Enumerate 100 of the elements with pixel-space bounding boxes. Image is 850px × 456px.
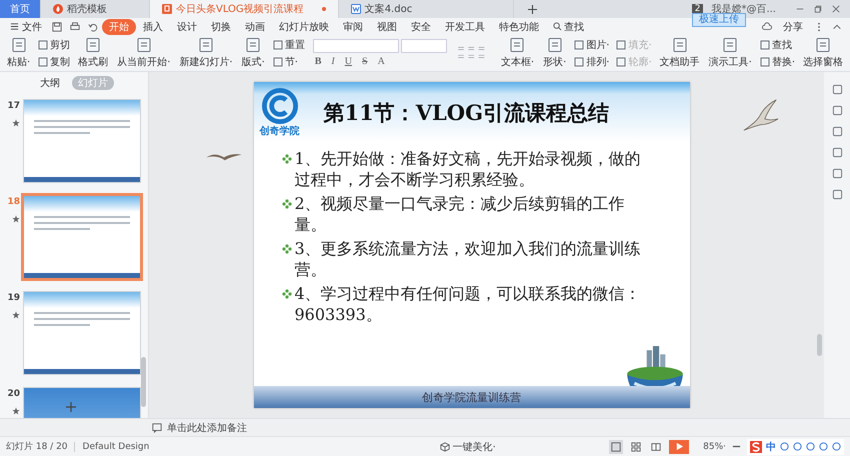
star-icon (12, 407, 20, 415)
ribbon-tab[interactable]: 特色功能 (492, 18, 546, 34)
ribbon-button[interactable]: 重置 (270, 38, 307, 52)
zoom-level[interactable]: 85%· (703, 442, 726, 452)
bullet-text: 4、学习过程中有任何问题，可以联系我的微信：9603393。 (294, 283, 642, 325)
file-menu[interactable]: 文件 (4, 20, 48, 34)
panel-tab[interactable]: 大纲 (34, 76, 66, 90)
ribbon-button[interactable]: 排列· (572, 54, 612, 68)
unsaved-dot-icon (322, 7, 326, 11)
tool-icon (760, 40, 770, 50)
ribbon-button[interactable]: 新建幻灯片· (176, 37, 236, 69)
play-icon (674, 442, 684, 451)
presentation-icon (162, 4, 172, 14)
format-button[interactable]: A (376, 56, 387, 67)
ribbon-button[interactable]: 粘贴· (4, 37, 34, 69)
scrollbar-thumb[interactable] (817, 334, 822, 356)
share-button[interactable]: 分享 (776, 18, 810, 34)
add-slide-icon[interactable] (66, 402, 76, 412)
ribbon-tab[interactable]: 幻灯片放映 (272, 18, 336, 34)
ribbon-button[interactable]: 剪切 (36, 38, 72, 52)
ribbon-button[interactable]: 图片· (572, 38, 612, 52)
format-button[interactable]: B (312, 56, 324, 67)
ribbon-button[interactable]: 查找 (758, 38, 797, 52)
ribbon-button[interactable]: 选择窗格 (800, 37, 846, 69)
diamond-bullet-icon (282, 244, 292, 254)
ribbon-button[interactable]: 形状· (540, 37, 570, 69)
side-tool-icon[interactable] (832, 189, 842, 200)
tool-icon (616, 56, 626, 66)
save-icon[interactable] (52, 22, 62, 32)
s-logo-icon (750, 440, 762, 452)
slide-title: 第11节：VLOG引流课程总结 (324, 99, 610, 127)
close-icon[interactable] (832, 5, 840, 13)
normal-view-icon (611, 442, 622, 452)
bullet-text: 1、先开始做：准备好文稿，先开始录视频，做的过程中，才会不断学习积累经验。 (294, 148, 642, 190)
font-name-field[interactable] (312, 39, 399, 53)
beautify-button[interactable]: 一键美化· (434, 438, 502, 454)
slide-thumbnail[interactable] (23, 195, 141, 279)
diamond-bullet-icon (282, 154, 292, 164)
ribbon-button[interactable]: 复制 (36, 54, 72, 68)
slide-thumbnail[interactable] (23, 99, 141, 183)
bullet-text: 3、更多系统流量方法，欢迎加入我们的流量训练营。 (294, 238, 642, 280)
side-tool-icon[interactable] (832, 84, 842, 95)
ribbon-tab[interactable]: 安全 (404, 18, 438, 34)
play-slideshow-button[interactable] (669, 440, 690, 454)
notes-placeholder[interactable]: 单击此处添加备注 (167, 420, 247, 434)
view-mode-button[interactable] (609, 440, 624, 454)
ribbon-tab[interactable]: 设计 (170, 18, 204, 34)
bullet-text: 2、视频尽量一口气录完：减少后续剪辑的工作量。 (294, 193, 626, 235)
ribbon-tab[interactable]: 插入 (136, 18, 170, 34)
printer-icon[interactable] (70, 22, 80, 32)
ribbon-button[interactable]: 版式· (238, 37, 268, 69)
view-mode-button[interactable] (629, 440, 644, 454)
tool-icon (574, 56, 584, 66)
ribbon-button[interactable]: 文本框· (498, 37, 538, 69)
side-tool-icon[interactable] (832, 126, 842, 137)
ime-mode[interactable]: 中 (766, 440, 776, 454)
ribbon-button[interactable]: 演示工具· (706, 37, 755, 69)
new-tab-icon[interactable] (528, 4, 537, 14)
document-icon (350, 4, 361, 14)
slide-number: 19 (7, 293, 20, 303)
cube-icon (440, 442, 450, 452)
window-tab[interactable]: 首页 (0, 0, 41, 18)
font-size-field[interactable] (400, 39, 447, 53)
ribbon-button[interactable]: 替换· (758, 54, 797, 68)
scrollbar-thumb[interactable] (141, 357, 146, 407)
tool-icon (38, 56, 48, 66)
ribbon-tab[interactable]: 切换 (204, 18, 238, 34)
window-count[interactable]: 2 (692, 4, 704, 14)
ribbon-tab[interactable]: 动画 (238, 18, 272, 34)
format-button[interactable]: S (360, 56, 370, 67)
ribbon-tab[interactable]: 审阅 (336, 18, 370, 34)
undo-icon[interactable] (88, 22, 98, 32)
star-icon (12, 311, 20, 319)
tool-icon (760, 56, 770, 66)
star-icon (12, 119, 20, 127)
ribbon-tab[interactable]: 开发工具 (438, 18, 492, 34)
star-icon (12, 215, 20, 223)
c-logo-icon (262, 88, 298, 124)
input-method-bar[interactable]: 中 (747, 438, 844, 454)
ribbon-tab[interactable]: 视图 (370, 18, 404, 34)
cloud-icon[interactable] (762, 22, 772, 32)
restore-icon[interactable] (814, 5, 822, 13)
ribbon-button[interactable]: 文档助手 (656, 37, 703, 69)
search-button[interactable]: 查找 (546, 18, 591, 34)
tool-icon (272, 56, 283, 66)
ribbon-button[interactable]: 从当前开始· (114, 37, 174, 69)
search-icon (553, 22, 562, 31)
slide-number: 18 (7, 197, 20, 207)
side-tool-icon[interactable] (832, 147, 842, 158)
format-button[interactable]: U (342, 56, 354, 67)
tool-icon (272, 40, 283, 50)
footer-text: 创奇学院流量训练营 (422, 390, 521, 404)
ribbon-button[interactable]: 节· (270, 54, 307, 68)
format-button[interactable]: I (329, 56, 337, 67)
ribbon-button[interactable]: 格式刷 (75, 37, 112, 69)
theme-name: Default Design (74, 442, 150, 452)
slide-thumbnail[interactable] (23, 291, 141, 375)
tool-icon (574, 40, 584, 50)
side-tool-icon[interactable] (832, 168, 842, 179)
side-tool-icon[interactable] (832, 105, 842, 116)
